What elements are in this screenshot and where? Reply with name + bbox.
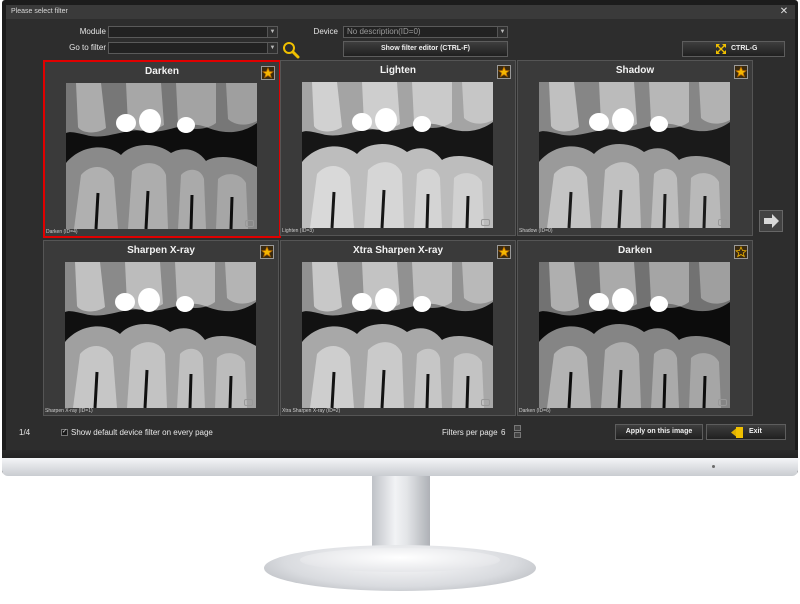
watermark-icon (481, 219, 490, 226)
device-label: Device (313, 27, 338, 36)
watermark-icon (481, 399, 490, 406)
filters-per-page-label: Filters per page (442, 428, 498, 437)
expand-arrows-icon (716, 44, 726, 54)
filter-caption: Darken (ID=6) (519, 408, 551, 414)
favorite-star-button[interactable] (260, 245, 274, 259)
device-select[interactable]: No description(ID=0) ▼ (343, 26, 508, 38)
fullscreen-shortcut-label: CTRL-G (731, 45, 758, 52)
favorite-star-button[interactable] (734, 245, 748, 259)
favorite-star-button[interactable] (497, 65, 511, 79)
page-indicator: 1/4 (19, 428, 31, 437)
window-title-bar: Please select filter ✕ (6, 5, 795, 19)
module-select[interactable]: ▼ (108, 26, 278, 38)
star-filled-icon (498, 66, 510, 78)
filter-preview-image[interactable] (302, 82, 493, 228)
exit-label: Exit (749, 428, 762, 435)
filters-per-page-value[interactable]: 6 (501, 428, 505, 437)
dental-xray-image (539, 82, 730, 228)
star-filled-icon (498, 246, 510, 258)
chevron-down-icon[interactable]: ▼ (267, 43, 277, 53)
show-default-filter-label: Show default device filter on every page (71, 428, 213, 437)
filter-preview-image[interactable] (539, 262, 730, 408)
dental-xray-image (66, 83, 257, 229)
filter-caption: Xtra Sharpen X-ray (ID=2) (282, 408, 341, 414)
magnifier-icon (283, 42, 300, 59)
filter-title: Shadow (615, 65, 655, 76)
chevron-down-icon[interactable]: ▼ (497, 27, 507, 37)
filter-title: Sharpen X-ray (127, 245, 195, 256)
fullscreen-button[interactable]: CTRL-G (682, 41, 785, 57)
go-to-filter-select[interactable]: ▼ (108, 42, 278, 54)
filter-panel-6[interactable]: Darken Darken (ID=6) (517, 240, 753, 416)
go-to-filter-label: Go to filter (69, 43, 106, 52)
filter-title: Xtra Sharpen X-ray (352, 245, 444, 256)
dental-xray-image (302, 82, 493, 228)
filter-caption: Shadow (ID=0) (519, 228, 553, 234)
filter-caption: Darken (ID=4) (46, 229, 78, 235)
power-led-icon (712, 465, 715, 468)
filter-panel-4[interactable]: Sharpen X-ray Sharpen X-ray (ID=1) (43, 240, 279, 416)
star-outline-icon (735, 246, 747, 258)
filter-preview-image[interactable] (302, 262, 493, 408)
close-icon[interactable]: ✕ (779, 7, 789, 17)
dental-xray-image (302, 262, 493, 408)
filter-caption: Sharpen X-ray (ID=1) (45, 408, 93, 414)
favorite-star-button[interactable] (497, 245, 511, 259)
star-filled-icon (735, 66, 747, 78)
star-filled-icon (262, 67, 274, 79)
application-window: Please select filter ✕ Module ▼ Go to fi… (6, 5, 795, 450)
filter-title: Darken (618, 245, 652, 256)
filter-title: Lighten (379, 65, 417, 76)
watermark-icon (244, 399, 253, 406)
filter-panel-2[interactable]: Lighten Lighten (ID=3) (280, 60, 516, 236)
dental-xray-image (539, 262, 730, 408)
favorite-star-button[interactable] (261, 66, 275, 80)
filter-panel-5[interactable]: Xtra Sharpen X-ray Xtra Sharpen X-ray (I… (280, 240, 516, 416)
filter-panel-3[interactable]: Shadow Shadow (ID=0) (517, 60, 753, 236)
arrow-right-icon (764, 214, 779, 228)
apply-on-image-button[interactable]: Apply on this image (615, 424, 703, 440)
filter-preview-image[interactable] (66, 83, 257, 229)
dental-xray-image (65, 262, 256, 408)
filter-caption: Lighten (ID=3) (282, 228, 314, 234)
filter-panel-1[interactable]: Darken Darken (ID=4) (43, 60, 281, 238)
search-button[interactable] (282, 41, 300, 59)
filter-title: Darken (145, 66, 179, 77)
next-page-button[interactable] (759, 210, 783, 232)
watermark-icon (245, 220, 254, 227)
filter-preview-image[interactable] (539, 82, 730, 228)
exit-button[interactable]: Exit (706, 424, 786, 440)
filters-per-page-stepper[interactable] (514, 425, 521, 438)
favorite-star-button[interactable] (734, 65, 748, 79)
show-default-filter-checkbox[interactable]: ✓ (61, 429, 68, 436)
monitor-stand-base-top (300, 548, 500, 572)
show-filter-editor-button[interactable]: Show filter editor (CTRL-F) (343, 41, 508, 57)
exit-door-icon (731, 427, 743, 438)
watermark-icon (718, 399, 727, 406)
monitor-chin (2, 458, 798, 476)
filter-preview-image[interactable] (65, 262, 256, 408)
star-filled-icon (261, 246, 273, 258)
module-label: Module (79, 27, 106, 36)
chevron-down-icon[interactable]: ▼ (267, 27, 277, 37)
watermark-icon (718, 219, 727, 226)
window-title: Please select filter (11, 8, 68, 15)
